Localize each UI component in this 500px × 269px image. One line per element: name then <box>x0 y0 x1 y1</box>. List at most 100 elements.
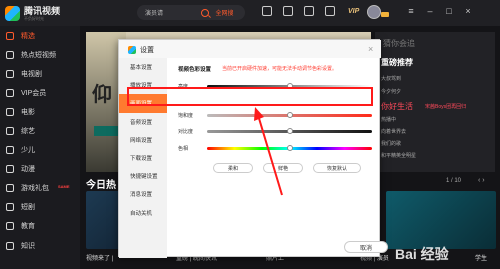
sidebar-item[interactable]: 游戏礼包 SAME <box>0 179 80 198</box>
search-button[interactable]: 全网搜 <box>187 5 245 20</box>
app-logo[interactable]: 腾讯视频 不负好时光 <box>5 5 61 21</box>
sidebar-item-label: 热点短视频 <box>21 51 56 59</box>
sidebar-item[interactable]: 教育 <box>0 217 80 236</box>
sidebar-item-icon <box>6 184 14 193</box>
dialog-title: 设置 <box>140 47 154 54</box>
recommend-item[interactable]: 我们的歌 <box>381 140 401 147</box>
settings-dialog: 设置 × 基本设置 播放设置 画面设置 音频设置 网络设置 下载设置 快捷键设置 消息设置 自动… <box>118 39 388 258</box>
vip-button[interactable]: VIP <box>348 8 359 15</box>
cancel-button[interactable]: 取消 <box>344 241 388 253</box>
slider-knob[interactable] <box>286 128 293 134</box>
sidebar-item-label: 电影 <box>21 108 35 116</box>
sidebar-item[interactable]: 短剧 <box>0 198 80 217</box>
recommend-subtitle: 重磅推荐 <box>381 58 413 67</box>
saturation-slider[interactable] <box>207 112 372 118</box>
sidebar-item-icon <box>6 31 14 40</box>
sidebar-item[interactable]: 知识 <box>0 236 80 255</box>
sidebar-item-label: 短剧 <box>21 204 35 212</box>
window-controls: ≡ – □ × <box>406 6 473 16</box>
search-icon <box>201 8 210 17</box>
sidebar-item-icon <box>6 241 14 250</box>
sidebar-item-icon <box>6 127 14 136</box>
hue-slider[interactable] <box>207 145 372 151</box>
sidebar-item-label: 教育 <box>21 223 35 231</box>
thumb-4[interactable] <box>386 191 496 249</box>
dialog-header[interactable]: 设置 × <box>119 40 381 58</box>
upload-icon[interactable] <box>283 6 293 16</box>
logo-title: 腾讯视频 <box>24 5 61 16</box>
sidebar-item[interactable]: VIP会员 <box>0 83 80 102</box>
recommend-item[interactable]: 向着世界去 <box>381 128 406 135</box>
soft-preset-button[interactable]: 柔和 <box>213 163 253 173</box>
slider-label: 色相 <box>178 146 189 152</box>
recommend-panel: 猜你会追 重磅推荐 大叔驾到 今夕何夕 你好生活 宋茜Boys团再回归 热播中 向着世界去… <box>375 32 495 172</box>
recommend-item[interactable]: 今夕何夕 <box>381 88 401 95</box>
settings-nav-item[interactable]: 音频设置 <box>119 113 167 131</box>
sidebar-item[interactable]: 精选 <box>0 26 80 45</box>
recommend-item[interactable]: 你好生活 <box>381 101 413 112</box>
sidebar-item-label: 少儿 <box>21 147 35 155</box>
sidebar-item-label: 知识 <box>21 242 35 250</box>
sidebar-item[interactable]: 综艺 <box>0 121 80 140</box>
slider-label: 对比度 <box>178 129 194 135</box>
recommend-item[interactable]: 热播中 <box>381 116 396 123</box>
sidebar-item-icon <box>6 146 14 155</box>
toolbar-icons: VIP <box>262 6 359 16</box>
contrast-slider[interactable] <box>207 128 372 134</box>
dialog-close-icon[interactable]: × <box>368 44 373 54</box>
sidebar-item[interactable]: 电视剧 <box>0 64 80 83</box>
settings-nav-item[interactable]: 快捷键设置 <box>119 167 167 185</box>
slider-knob[interactable] <box>286 112 293 118</box>
sidebar-item-icon <box>6 107 14 116</box>
download-icon[interactable] <box>325 6 335 16</box>
settings-nav-item[interactable]: 基本设置 <box>119 58 167 76</box>
vip-crown-icon <box>381 12 389 17</box>
annotation-highlight-box <box>127 87 373 106</box>
sidebar-item[interactable]: 少儿 <box>0 141 80 160</box>
recommend-item[interactable]: 和平精英全明星 <box>381 152 416 159</box>
sidebar-item[interactable]: 热点短视频 <box>0 45 80 64</box>
sidebar-item-label: VIP会员 <box>21 89 47 97</box>
pager: 1 / 10 <box>446 178 462 184</box>
avatar[interactable] <box>367 5 381 19</box>
settings-nav-item[interactable]: 下载设置 <box>119 149 167 167</box>
settings-nav-item[interactable]: 网络设置 <box>119 131 167 149</box>
pager-arrows[interactable]: ‹ › <box>478 177 485 184</box>
watermark: Bai 经验 <box>395 246 449 262</box>
menu-icon[interactable]: ≡ <box>406 6 416 16</box>
sidebar-item-label: 动漫 <box>21 166 35 174</box>
settings-nav-item[interactable]: 消息设置 <box>119 185 167 203</box>
logo-slogan: 不负好时光 <box>24 15 44 21</box>
message-icon[interactable] <box>304 6 314 16</box>
sidebar-item-icon <box>6 69 14 78</box>
minimize-icon[interactable]: – <box>425 6 435 16</box>
thumb-caption: 学生 <box>475 256 488 262</box>
sidebar-item-icon <box>6 222 14 231</box>
live-icon[interactable] <box>262 6 272 16</box>
recommend-item-note: 宋茜Boys团再回归 <box>425 104 467 110</box>
sidebar-item-icon <box>6 165 14 174</box>
maximize-icon[interactable]: □ <box>444 6 454 16</box>
sidebar-item-label: 游戏礼包 <box>21 185 49 193</box>
app-window: 腾讯视频 不负好时光 演员请 全网搜 VIP ≡ – □ × 精选热点短视频电 <box>0 0 500 269</box>
close-icon[interactable]: × <box>463 6 473 16</box>
search-input[interactable]: 演员请 <box>145 8 185 17</box>
sidebar-item[interactable]: 电影 <box>0 102 80 121</box>
sidebar-item-icon <box>6 88 14 97</box>
sidebar-item-label: 精选 <box>21 32 35 40</box>
section-title: 今日热 <box>86 180 116 191</box>
sidebar-item-icon <box>6 203 14 212</box>
vivid-preset-button[interactable]: 鲜艳 <box>263 163 303 173</box>
search-bar: 演员请 全网搜 <box>137 5 245 20</box>
sidebar-item-label: 电视剧 <box>21 70 42 78</box>
settings-nav-item[interactable]: 自动关机 <box>119 204 167 222</box>
reset-default-button[interactable]: 恢复默认 <box>313 163 361 173</box>
slider-knob[interactable] <box>286 145 293 151</box>
sidebar-item[interactable]: 动漫 <box>0 160 80 179</box>
slider-label: 饱和度 <box>178 113 194 119</box>
hardware-accel-hint: 当前已开启硬件加速，可能无法手动调节色彩设置。 <box>222 66 338 72</box>
sidebar-item-badge: SAME <box>58 183 70 189</box>
recommend-item[interactable]: 大叔驾到 <box>381 75 401 82</box>
sidebar: 精选热点短视频电视剧 VIP会员电影综艺少儿动漫游戏礼包 SAME 短剧教育知识 <box>0 26 80 269</box>
color-settings-title: 视频色彩设置 <box>178 67 212 73</box>
